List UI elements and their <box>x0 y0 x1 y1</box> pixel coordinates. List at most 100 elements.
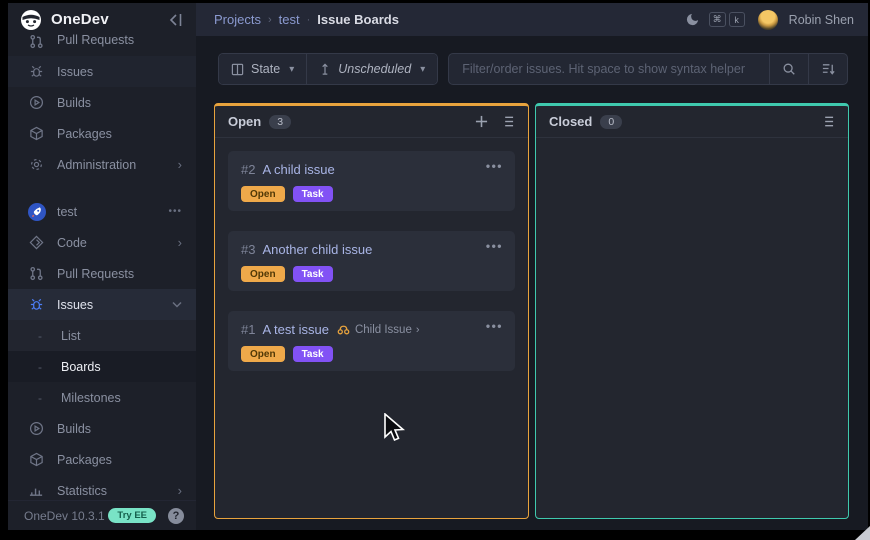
sidebar-item-label: Code <box>57 236 87 250</box>
user-avatar[interactable] <box>758 10 778 30</box>
sidebar-item-label: Statistics <box>57 484 107 498</box>
column-count-badge: 3 <box>269 115 291 129</box>
milestone-dropdown-label: Unscheduled <box>338 62 411 76</box>
sidebar-item-label: Builds <box>57 422 91 436</box>
sidebar-item-issues-list[interactable]: - List <box>8 320 196 351</box>
sidebar-item-label: List <box>61 329 80 343</box>
type-badge: Task <box>293 186 333 202</box>
issue-number: #1 <box>241 322 255 337</box>
sidebar-item-label: Administration <box>57 158 136 172</box>
add-card-icon[interactable] <box>475 115 488 128</box>
board-columns-icon <box>231 63 244 76</box>
gear-icon <box>28 157 44 173</box>
sidebar-item-code[interactable]: Code › <box>8 227 196 258</box>
sidebar-item-label: Pull Requests <box>57 33 134 47</box>
pull-request-icon <box>28 33 44 49</box>
bug-icon <box>28 297 44 313</box>
package-icon <box>28 452 44 468</box>
sidebar-item-pull-requests[interactable]: Pull Requests <box>8 33 196 56</box>
column-actions <box>820 115 835 128</box>
sidebar-item-label: Issues <box>57 65 93 79</box>
project-name: test <box>57 205 77 219</box>
breadcrumb-project-link[interactable]: test <box>279 12 300 27</box>
column-title: Closed <box>549 114 592 129</box>
sidebar-item-issues-boards[interactable]: - Boards <box>8 351 196 382</box>
sidebar-footer: OneDev 10.3.1 Try EE ? <box>8 500 196 530</box>
sidebar-item-issues[interactable]: Issues <box>8 56 196 87</box>
child-issue-link[interactable]: Child Issue › <box>337 324 420 336</box>
search-button[interactable] <box>769 54 808 84</box>
project-menu-icon[interactable]: ••• <box>168 206 182 217</box>
breadcrumb-projects-link[interactable]: Projects <box>214 12 261 27</box>
sidebar-header: OneDev <box>8 3 196 36</box>
issue-card[interactable]: #3 Another child issue ••• Open Task <box>228 231 515 291</box>
sidebar-item-label: Issues <box>57 298 93 312</box>
filter-input[interactable] <box>449 54 769 84</box>
issue-card[interactable]: #2 A child issue ••• Open Task <box>228 151 515 211</box>
sidebar-item-statistics[interactable]: Statistics › <box>8 475 196 500</box>
sidebar-item-issues-milestones[interactable]: - Milestones <box>8 382 196 413</box>
sidebar: OneDev Pull Requests <box>8 3 196 530</box>
chevron-down-icon: ▾ <box>420 64 425 75</box>
sidebar-item-project-test[interactable]: test ••• <box>8 196 196 227</box>
dash-icon: - <box>32 360 48 374</box>
order-button[interactable] <box>808 54 847 84</box>
issue-badges: Open Task <box>241 346 502 362</box>
user-name[interactable]: Robin Shen <box>789 13 854 27</box>
chevron-right-icon: › <box>178 157 182 172</box>
card-menu-icon[interactable]: ••• <box>486 159 503 173</box>
state-dropdown-label: State <box>251 62 280 76</box>
type-badge: Task <box>293 346 333 362</box>
chevron-down-icon: ▾ <box>289 64 294 75</box>
sidebar-collapse-icon[interactable] <box>168 13 184 27</box>
cmd-key-icon: ⌘ <box>709 12 726 27</box>
dash-icon: - <box>32 329 48 343</box>
issue-number: #3 <box>241 242 255 257</box>
issue-number: #2 <box>241 162 255 177</box>
column-list-icon[interactable] <box>500 115 515 128</box>
dark-mode-toggle-icon[interactable] <box>685 12 700 27</box>
issue-title-link[interactable]: Another child issue <box>262 242 372 257</box>
project-rocket-icon <box>28 203 46 221</box>
sidebar-item-project-packages[interactable]: Packages <box>8 444 196 475</box>
column-body <box>536 138 848 164</box>
sidebar-item-packages[interactable]: Packages <box>8 118 196 149</box>
version-label: OneDev 10.3.1 <box>24 509 105 523</box>
issue-title-link[interactable]: A child issue <box>262 162 334 177</box>
board-toolbar: State ▾ Unscheduled ▾ <box>218 53 848 85</box>
type-badge: Task <box>293 266 333 282</box>
sidebar-item-project-pull-requests[interactable]: Pull Requests <box>8 258 196 289</box>
issue-title-link[interactable]: A test issue <box>262 322 328 337</box>
dash-icon: - <box>32 391 48 405</box>
milestone-icon <box>319 63 331 76</box>
bug-icon <box>28 64 44 80</box>
card-menu-icon[interactable]: ••• <box>486 239 503 253</box>
play-circle-icon <box>28 95 44 111</box>
issue-badges: Open Task <box>241 266 502 282</box>
sidebar-item-builds[interactable]: Builds <box>8 87 196 118</box>
help-icon[interactable]: ? <box>168 508 184 524</box>
child-issue-link-label: Child Issue <box>355 324 412 336</box>
try-ee-badge[interactable]: Try EE <box>108 508 156 523</box>
state-badge: Open <box>241 346 285 362</box>
column-body: #2 A child issue ••• Open Task #3 Anothe… <box>215 138 528 404</box>
app-window: OneDev Pull Requests <box>8 3 868 530</box>
state-badge: Open <box>241 186 285 202</box>
chevron-right-icon: › <box>178 483 182 498</box>
milestone-dropdown-button[interactable]: Unscheduled ▾ <box>306 54 437 84</box>
filter-input-group <box>448 53 848 85</box>
column-actions <box>475 115 515 128</box>
sidebar-item-label: Milestones <box>61 391 121 405</box>
state-dropdown-button[interactable]: State ▾ <box>219 54 306 84</box>
sidebar-item-label: Pull Requests <box>57 267 134 281</box>
sidebar-item-administration[interactable]: Administration › <box>8 149 196 180</box>
issue-card[interactable]: #1 A test issue Child Issue › <box>228 311 515 371</box>
sidebar-item-project-builds[interactable]: Builds <box>8 413 196 444</box>
brand-name: OneDev <box>51 11 109 28</box>
card-menu-icon[interactable]: ••• <box>486 319 503 333</box>
sidebar-item-label: Builds <box>57 96 91 110</box>
sidebar-item-project-issues[interactable]: Issues <box>8 289 196 320</box>
column-list-icon[interactable] <box>820 115 835 128</box>
column-header: Open 3 <box>215 106 528 138</box>
pull-request-icon <box>28 266 44 282</box>
